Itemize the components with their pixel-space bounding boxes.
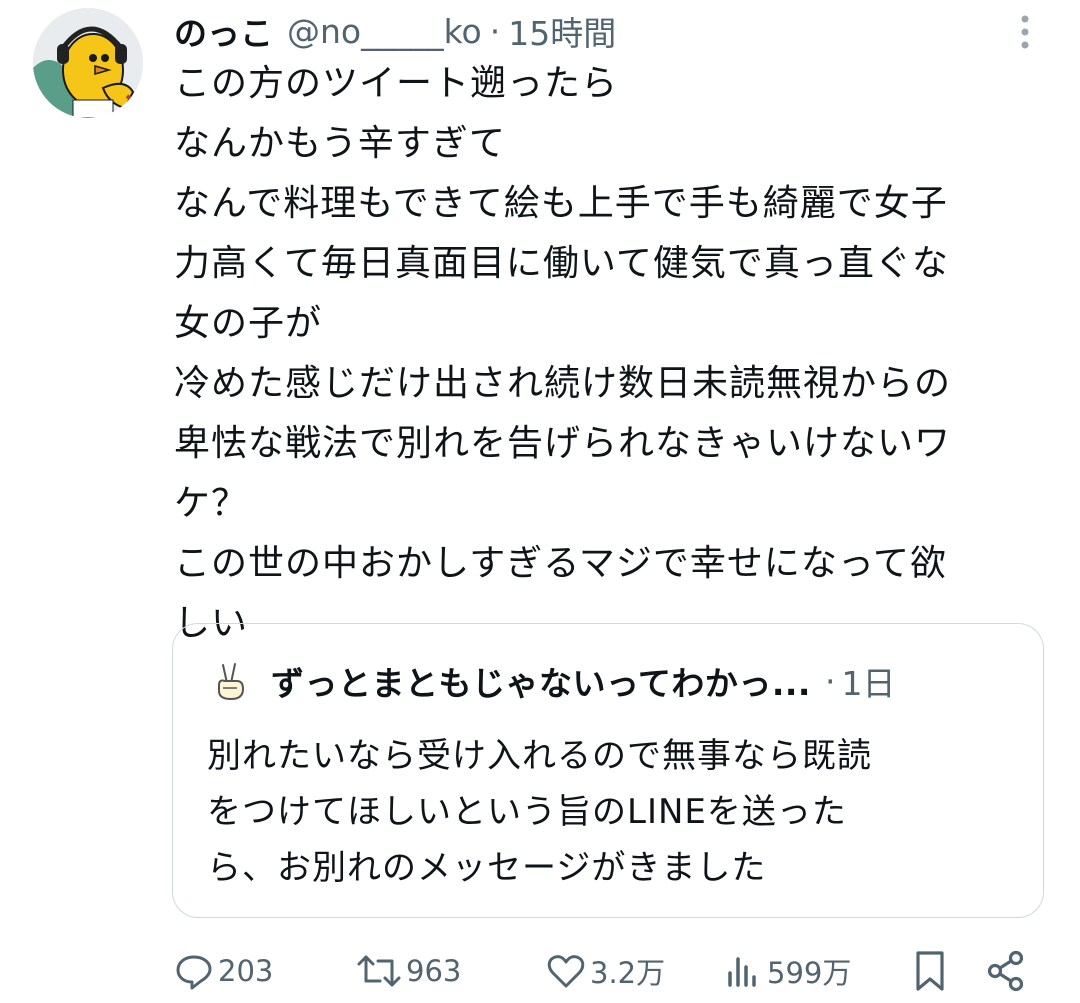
tweet-header: のっこ @no_____ko · 15時間	[174, 6, 616, 56]
like-button[interactable]: 3.2万	[546, 945, 665, 997]
like-count: 3.2万	[590, 956, 666, 990]
user-handle[interactable]: @no_____ko	[287, 12, 482, 51]
reply-button[interactable]: 203	[174, 945, 273, 997]
more-options-button[interactable]	[1012, 12, 1038, 52]
views-bar-icon	[728, 957, 756, 987]
avatar[interactable]	[33, 8, 143, 118]
quoted-tweet-card[interactable]: ずっとまともじゃないってわかっ... · 1日 別れたいなら受け入れるので無事な…	[172, 623, 1044, 918]
tweet-action-bar: 203 963 3.2万 599万	[0, 945, 1080, 997]
quoted-tweet-header: ずっとまともじゃないってわかっ... · 1日	[213, 656, 895, 706]
view-count: 599万	[767, 956, 852, 990]
bookmark-icon	[916, 951, 944, 991]
share-button[interactable]	[986, 945, 1026, 997]
quoted-avatar[interactable]	[213, 661, 247, 701]
reply-count: 203	[218, 954, 274, 988]
share-icon	[987, 950, 1024, 992]
retweet-button[interactable]: 963	[356, 945, 461, 997]
quoted-display-name[interactable]: ずっとまともじゃないってわかっ...	[271, 657, 811, 705]
retweet-icon	[357, 955, 401, 987]
header-separator: ·	[489, 11, 501, 51]
retweet-count: 963	[406, 954, 462, 988]
views-button[interactable]: 599万	[723, 945, 851, 997]
peace-hand-icon	[218, 663, 245, 701]
tweet-timestamp[interactable]: 15時間	[508, 7, 616, 55]
quoted-timestamp[interactable]: 1日	[841, 657, 895, 705]
yellow-bird-headphones-avatar-icon	[33, 8, 143, 118]
display-name[interactable]: のっこ	[174, 7, 273, 55]
tweet-text: この方のツイート遡ったら なんかもう辛すぎて なんで料理もできて絵も上手で手も綺…	[174, 63, 952, 644]
reply-icon	[176, 955, 212, 990]
heart-icon	[547, 955, 585, 988]
quoted-tweet-text: 別れたいなら受け入れるので無事なら既読 をつけてほしいという旨のLINEを送った…	[207, 736, 872, 888]
more-vertical-icon	[1021, 15, 1029, 49]
quoted-header-separator: ·	[824, 661, 836, 701]
bookmark-button[interactable]	[910, 945, 950, 997]
